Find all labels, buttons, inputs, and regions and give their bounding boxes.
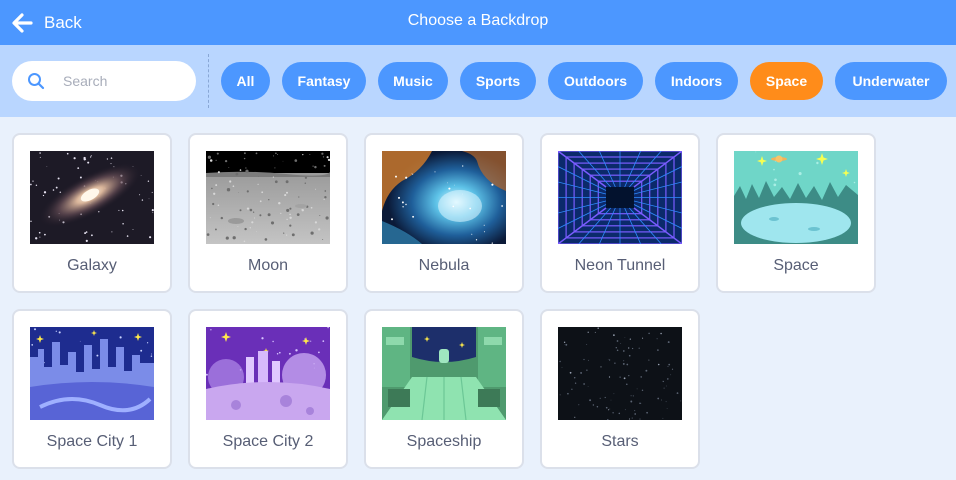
backdrop-name: Spaceship	[406, 433, 482, 450]
backdrop-name: Space City 2	[222, 433, 314, 450]
filter-bar: All Fantasy Music Sports Outdoors Indoors Spac…	[0, 45, 956, 117]
backdrop-card-space-city-1[interactable]: Space City 1	[12, 309, 172, 469]
backdrop-name: Moon	[247, 257, 289, 274]
search-input[interactable]	[63, 73, 183, 89]
filter-tag-music[interactable]: Music	[378, 62, 448, 100]
backdrop-name: Nebula	[418, 257, 470, 274]
filter-tag-indoors[interactable]: Indoors	[655, 62, 738, 100]
backdrop-name: Stars	[601, 433, 639, 450]
filter-tag-fantasy[interactable]: Fantasy	[282, 62, 366, 100]
back-arrow-icon	[12, 12, 33, 33]
backdrop-name: Galaxy	[67, 257, 117, 274]
page-title: Choose a Backdrop	[407, 12, 549, 29]
backdrop-thumbnail-moon	[206, 151, 330, 244]
back-label: Back	[44, 12, 82, 32]
backdrop-card-galaxy[interactable]: Galaxy	[12, 133, 172, 293]
backdrop-card-space-city-2[interactable]: Space City 2	[188, 309, 348, 469]
backdrop-name: Neon Tunnel	[574, 257, 666, 274]
filter-tag-all[interactable]: All	[221, 62, 270, 100]
filter-tag-outdoors[interactable]: Outdoors	[548, 62, 643, 100]
backdrop-name: Space	[773, 257, 819, 274]
search-box[interactable]	[12, 61, 196, 101]
backdrop-card-neon-tunnel[interactable]: Neon Tunnel	[540, 133, 700, 293]
backdrop-card-spaceship[interactable]: Spaceship	[364, 309, 524, 469]
backdrop-thumbnail-space-city-2	[206, 327, 330, 420]
backdrop-thumbnail-nebula	[382, 151, 506, 244]
backdrop-card-space[interactable]: Space	[716, 133, 876, 293]
filter-tag-space[interactable]: Space	[750, 62, 823, 100]
backdrop-thumbnail-neon-tunnel	[558, 151, 682, 244]
filter-tag-sports[interactable]: Sports	[460, 62, 536, 100]
tag-filter-list: All Fantasy Music Sports Outdoors Indoors Spac…	[221, 62, 947, 100]
backdrop-thumbnail-space	[734, 151, 858, 244]
header-bar: Back Choose a Backdrop	[0, 0, 956, 45]
back-button[interactable]: Back	[12, 0, 82, 45]
filter-tag-underwater[interactable]: Underwater	[835, 62, 947, 100]
backdrop-thumbnail-space-city-1	[30, 327, 154, 420]
backdrop-grid: Galaxy Moon Nebula Neon Tunnel Space Spac…	[12, 133, 876, 469]
search-icon	[28, 73, 45, 90]
backdrop-card-moon[interactable]: Moon	[188, 133, 348, 293]
backdrop-card-stars[interactable]: Stars	[540, 309, 700, 469]
backdrop-thumbnail-stars	[558, 327, 682, 420]
backdrop-name: Space City 1	[46, 433, 138, 450]
backdrop-card-nebula[interactable]: Nebula	[364, 133, 524, 293]
backdrop-thumbnail-galaxy	[30, 151, 154, 244]
backdrop-thumbnail-spaceship	[382, 327, 506, 420]
filter-divider	[208, 54, 209, 108]
